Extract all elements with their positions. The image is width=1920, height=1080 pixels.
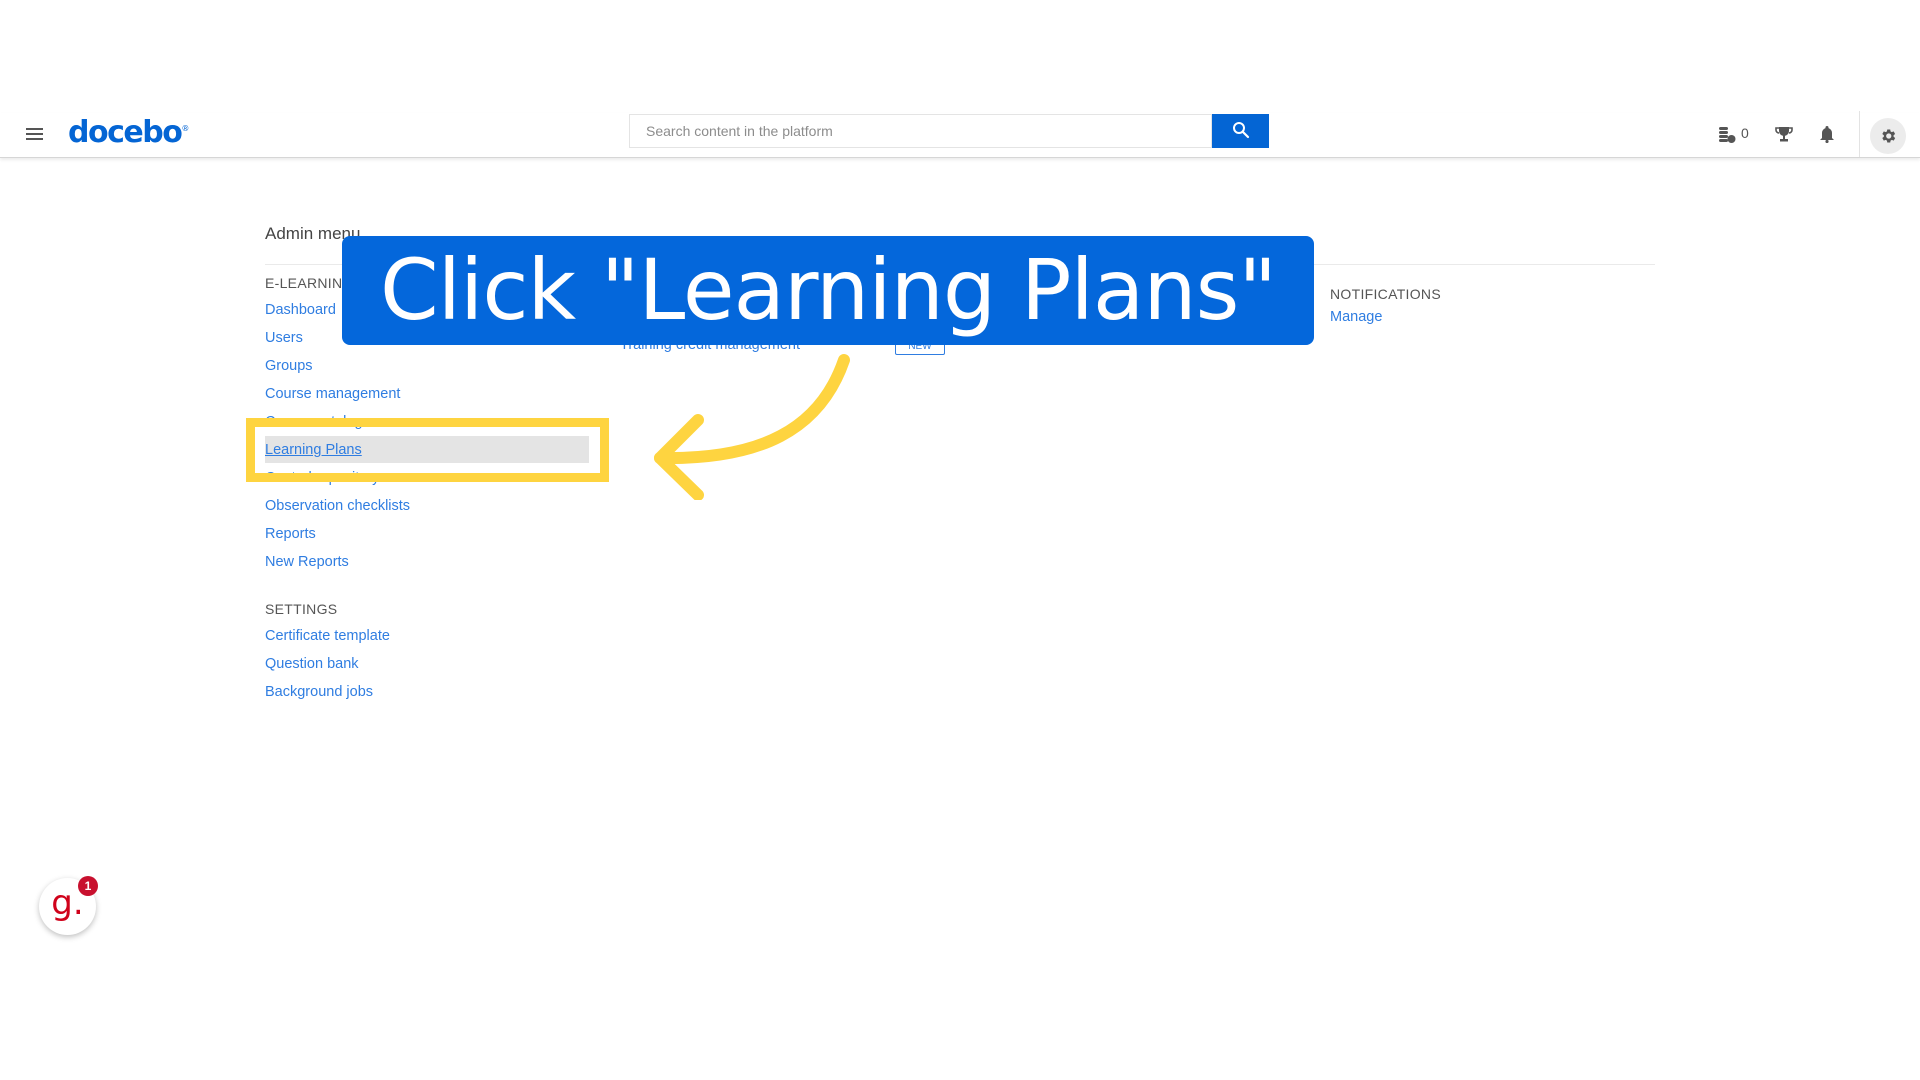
credits-count: 0 bbox=[1741, 125, 1749, 141]
menu-link-course-management[interactable]: Course management bbox=[265, 386, 400, 402]
logo-text: docebo bbox=[68, 115, 183, 150]
search-button[interactable] bbox=[1212, 114, 1269, 148]
trophy-icon[interactable] bbox=[1773, 123, 1795, 145]
coins-icon[interactable] bbox=[1716, 123, 1738, 145]
highlight-box bbox=[246, 418, 609, 482]
menu-link-new-reports[interactable]: New Reports bbox=[265, 554, 349, 570]
docebo-logo[interactable]: docebo® bbox=[68, 115, 189, 150]
search-icon bbox=[1232, 121, 1249, 138]
header-divider bbox=[1859, 111, 1860, 157]
registered-mark: ® bbox=[181, 124, 190, 133]
section-heading-settings: SETTINGS bbox=[265, 601, 338, 617]
menu-link-background-jobs[interactable]: Background jobs bbox=[265, 684, 373, 700]
section-heading-elearning: E-LEARNING bbox=[265, 275, 354, 291]
search-input[interactable] bbox=[629, 114, 1212, 148]
menu-link-question-bank[interactable]: Question bank bbox=[265, 656, 359, 672]
menu-link-groups[interactable]: Groups bbox=[265, 358, 313, 374]
menu-link-certificate-template[interactable]: Certificate template bbox=[265, 628, 390, 644]
menu-link-manage-notifications[interactable]: Manage bbox=[1330, 309, 1382, 325]
bell-icon[interactable] bbox=[1816, 123, 1838, 145]
instruction-banner: Click "Learning Plans" bbox=[342, 236, 1314, 345]
menu-link-users[interactable]: Users bbox=[265, 330, 303, 346]
admin-settings-button[interactable] bbox=[1870, 118, 1906, 154]
pointer-arrow-icon bbox=[654, 354, 850, 500]
menu-link-dashboard[interactable]: Dashboard bbox=[265, 302, 336, 318]
section-heading-notifications: NOTIFICATIONS bbox=[1330, 286, 1441, 302]
notification-badge: 1 bbox=[78, 876, 98, 896]
gear-icon bbox=[1882, 129, 1896, 143]
menu-link-reports[interactable]: Reports bbox=[265, 526, 316, 542]
top-header: docebo® 0 bbox=[0, 111, 1920, 158]
menu-icon[interactable] bbox=[26, 128, 43, 141]
menu-link-observation-checklists[interactable]: Observation checklists bbox=[265, 498, 410, 514]
